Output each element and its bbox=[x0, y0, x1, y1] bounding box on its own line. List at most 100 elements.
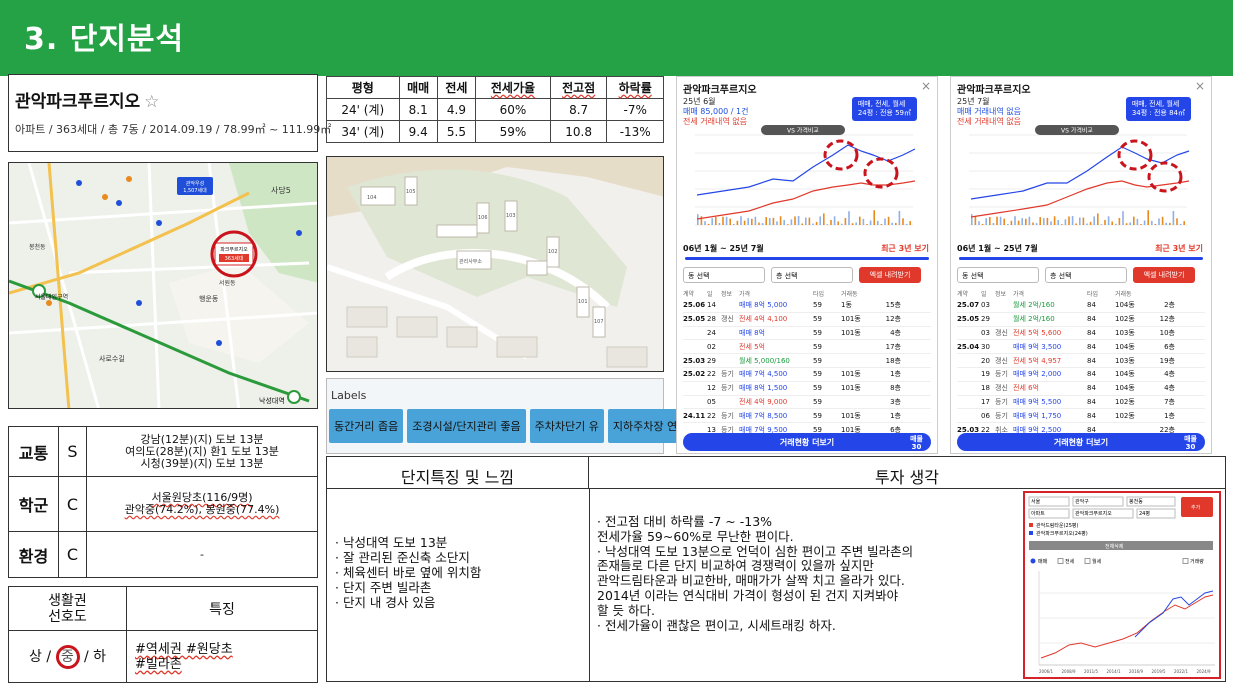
volume-bar bbox=[1075, 223, 1077, 225]
recent-3y-link[interactable]: 최근 3년 보기 bbox=[1155, 243, 1203, 254]
volume-bar bbox=[1014, 216, 1016, 225]
more-transactions-button[interactable]: 거래현황 더보기 매물 30 bbox=[957, 433, 1205, 451]
volume-bar bbox=[1082, 217, 1085, 225]
label-tag[interactable]: 주차차단기 유 bbox=[529, 409, 604, 443]
range-slider[interactable] bbox=[685, 257, 929, 260]
transaction-row[interactable]: 24 매매 8억 59 101동 4층 bbox=[683, 327, 931, 341]
tx-price: 매매 7억 4,500 bbox=[739, 370, 788, 379]
select-complex[interactable]: 관악파크푸르지오 bbox=[1075, 510, 1112, 517]
transaction-row[interactable]: 25.02 22 등기 매매 7억 4,500 59 101동 1층 bbox=[683, 368, 931, 382]
toggle-sale[interactable]: 매매 bbox=[1038, 558, 1048, 565]
tx-floor: 1층 bbox=[1164, 411, 1175, 420]
select-size[interactable]: 24평 bbox=[1139, 510, 1150, 517]
volume-bar bbox=[801, 223, 803, 225]
site-plan[interactable]: 104 105 106 103 102 101 107 관리사무소 bbox=[326, 156, 664, 372]
transaction-row[interactable]: 06 등기 매매 9억 1,750 84 102동 1층 bbox=[957, 409, 1205, 424]
volume-bar bbox=[844, 217, 847, 225]
tx-day: 24 bbox=[707, 328, 716, 337]
range-slider[interactable] bbox=[959, 257, 1203, 260]
date-range: 06년 1월 ~ 25년 7월 bbox=[957, 244, 1038, 253]
label-tag[interactable]: 동간거리 좁음 bbox=[329, 409, 404, 443]
select-city[interactable]: 서울 bbox=[1031, 498, 1041, 505]
tx-area: 59 bbox=[813, 356, 822, 365]
volume-bar bbox=[877, 220, 879, 225]
map-label-bongcheon: 봉천동 bbox=[29, 243, 46, 251]
tx-dong: 101동 bbox=[841, 370, 861, 379]
transaction-row[interactable]: 02 전세 5억 59 17층 bbox=[683, 340, 931, 355]
tx-floor: 6층 bbox=[1164, 342, 1175, 351]
volume-bar bbox=[1053, 216, 1056, 225]
transaction-row[interactable]: 25.07 03 월세 2억/160 84 104동 2층 bbox=[957, 299, 1205, 313]
select-type[interactable]: 아파트 bbox=[1031, 510, 1045, 517]
transaction-row[interactable]: 25.05 28 갱신 전세 4억 4,100 59 101동 12층 bbox=[683, 313, 931, 327]
transaction-row[interactable]: 03 갱신 전세 5억 5,600 84 103동 10층 bbox=[957, 327, 1205, 341]
toggle-volume[interactable]: 거래량 bbox=[1190, 558, 1204, 565]
volume-bar bbox=[873, 210, 875, 225]
transaction-row[interactable]: 18 갱신 전세 6억 84 104동 4층 bbox=[957, 382, 1205, 396]
location-map[interactable]: 관악우성 1,507세대 사당5 파크푸르지오 363세대 서울대입구역 낙성대… bbox=[8, 162, 318, 409]
vs-compare-label: VS 가격비교 bbox=[1061, 127, 1093, 135]
grade-desc: - bbox=[86, 531, 318, 578]
select-dong[interactable]: 봉천동 bbox=[1129, 498, 1143, 505]
transaction-row[interactable]: 25.04 30 매매 9억 3,500 84 104동 6층 bbox=[957, 340, 1205, 355]
x-axis-label: 2024/9 bbox=[1197, 669, 1212, 674]
toggle-wolse[interactable]: 월세 bbox=[1092, 558, 1102, 565]
volume-bar bbox=[989, 217, 991, 225]
volume-bar bbox=[855, 222, 857, 225]
price-table: 평형 매매 전세 전세가율 전고점 하락률 24' (계) 8.1 4.9 60% 8.7 -7% 3… bbox=[326, 76, 664, 143]
dong-select[interactable]: 동 선택 bbox=[957, 267, 1039, 283]
invest-line: 존재들로 다른 단지 비교하여 경쟁력이 있을까 싶지만 bbox=[597, 558, 874, 574]
price-history-chart[interactable]: VS 가격비교 bbox=[957, 125, 1207, 241]
excel-download-button[interactable]: 엑셀 내려받기 bbox=[859, 267, 921, 283]
transaction-row[interactable]: 20 갱신 전세 5억 4,957 84 103동 19층 bbox=[957, 354, 1205, 368]
type-filter-badge[interactable]: 매매, 전세, 월세 34평 : 전용 84㎡ bbox=[1125, 97, 1191, 121]
close-icon[interactable]: × bbox=[1195, 79, 1205, 93]
transaction-header-cell: 타입 bbox=[813, 291, 825, 298]
transaction-row[interactable]: 24.11 22 등기 매매 7억 8,500 59 101동 1층 bbox=[683, 409, 931, 424]
volume-bar bbox=[833, 216, 836, 225]
x-axis-label: 2022/1 bbox=[1174, 669, 1189, 674]
type-filter-label: 매매, 전세, 월세 bbox=[857, 100, 906, 108]
transaction-row[interactable]: 25.03 29 월세 5,000/160 59 18층 bbox=[683, 354, 931, 368]
tx-month: 25.04 bbox=[957, 342, 980, 351]
comparison-chart[interactable]: 서울 관악구 봉천동 아파트 관악파크푸르지오 24평 추가 관악드림타운(25… bbox=[1023, 491, 1221, 679]
price-history-chart[interactable]: VS 가격비교 bbox=[683, 125, 933, 241]
listing-count: 매물 30 bbox=[1184, 435, 1197, 451]
transaction-row[interactable]: 19 등기 매매 9억 2,000 84 104동 4층 bbox=[957, 368, 1205, 382]
volume-bar bbox=[1140, 224, 1142, 225]
label-tag[interactable]: 조경시설/단지관리 좋음 bbox=[407, 409, 526, 443]
transaction-header-cell: 가격 bbox=[739, 291, 751, 298]
tx-floor: 2층 bbox=[1164, 301, 1175, 310]
star-icon[interactable]: ☆ bbox=[144, 92, 159, 112]
volume-bar bbox=[1133, 216, 1135, 225]
listing-count-value: 30 bbox=[1185, 443, 1196, 451]
volume-bar bbox=[704, 221, 706, 225]
price-table-row: 34' (계) 9.4 5.5 59% 10.8 -13% bbox=[326, 120, 664, 143]
transaction-row[interactable]: 25.05 29 월세 2억/160 84 102동 12층 bbox=[957, 313, 1205, 327]
transaction-row[interactable]: 05 전세 4억 9,000 59 3층 bbox=[683, 396, 931, 410]
toggle-jeonse[interactable]: 전세 bbox=[1065, 558, 1075, 565]
transaction-header-cell: 정보 bbox=[995, 291, 1007, 298]
price-table-header: 평형 bbox=[326, 76, 400, 99]
recent-3y-link[interactable]: 최근 3년 보기 bbox=[881, 243, 929, 254]
complex-summary: 관악파크푸르지오 ☆ 아파트 / 363세대 / 총 7동 / 2014.09.1… bbox=[8, 74, 331, 152]
dong-select[interactable]: 동 선택 bbox=[683, 267, 765, 283]
legend-item: 관악파크푸르지오(24평) bbox=[1036, 530, 1088, 537]
tx-price: 매매 7억 8,500 bbox=[739, 411, 788, 420]
tx-info: 갱신 bbox=[995, 384, 1008, 393]
excel-download-button[interactable]: 엑셀 내려받기 bbox=[1133, 267, 1195, 283]
type-filter-badge[interactable]: 매매, 전세, 월세 24평 : 전용 59㎡ bbox=[851, 97, 917, 121]
transaction-row[interactable]: 17 등기 매매 9억 5,500 84 102동 7층 bbox=[957, 396, 1205, 410]
station-icon bbox=[287, 390, 301, 404]
tx-month: 25.07 bbox=[957, 301, 980, 310]
floor-select[interactable]: 층 선택 bbox=[1045, 267, 1127, 283]
volume-bar bbox=[1107, 216, 1110, 225]
more-transactions-button[interactable]: 거래현황 더보기 매물 30 bbox=[683, 433, 931, 451]
select-district[interactable]: 관악구 bbox=[1075, 498, 1089, 505]
floor-select[interactable]: 층 선택 bbox=[771, 267, 853, 283]
bldg-104: 104 bbox=[367, 195, 377, 201]
listing-count-label: 매물 bbox=[910, 435, 923, 443]
transaction-row[interactable]: 25.06 14 매매 8억 5,000 59 1동 15층 bbox=[683, 299, 931, 313]
transaction-row[interactable]: 12 등기 매매 8억 1,500 59 101동 8층 bbox=[683, 382, 931, 396]
close-icon[interactable]: × bbox=[921, 79, 931, 93]
